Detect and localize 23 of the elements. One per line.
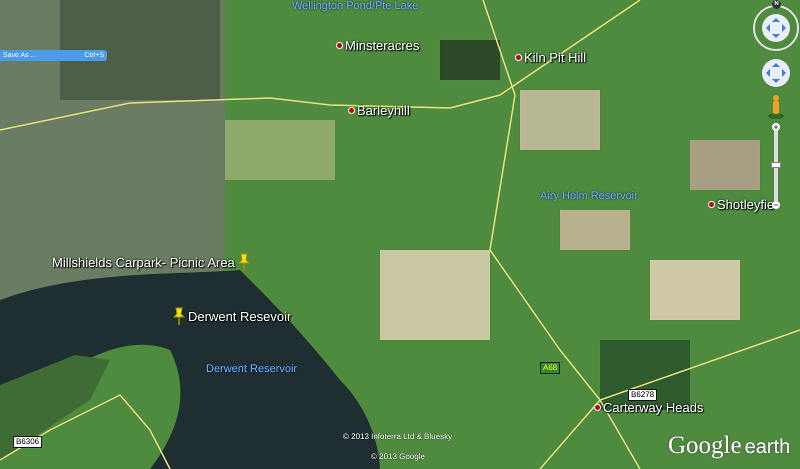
- road-shield: B6278: [628, 389, 658, 401]
- place-label: Barleyhill: [357, 103, 410, 118]
- zoom-slider[interactable]: [774, 131, 778, 201]
- logo-wordmark: Google: [668, 432, 742, 460]
- place-label: Derwent Reservoir: [206, 363, 298, 375]
- zoom-in-icon[interactable]: [772, 123, 780, 131]
- look-control-icon[interactable]: [753, 5, 799, 51]
- place-label: Airy Holm Reservoir: [540, 190, 638, 202]
- place-label: Wellington Pond/Pte Lake: [292, 0, 418, 12]
- zoom-out-icon[interactable]: [772, 201, 780, 209]
- pushpin-icon[interactable]: [172, 307, 186, 325]
- road-shield: A68: [540, 362, 560, 374]
- place-label: Shotleyfie: [717, 197, 774, 212]
- satellite-map-drawing[interactable]: [0, 0, 800, 469]
- move-control-icon[interactable]: [762, 59, 790, 87]
- road-shield: B6306: [13, 436, 42, 448]
- place-label: Derwent Resevoir: [188, 308, 292, 324]
- place-label: Millshields Carpark- Picnic Area: [52, 254, 235, 270]
- zoom-slider-thumb[interactable]: [771, 162, 781, 168]
- place-label: Minsteracres: [345, 38, 420, 53]
- copyright-text: © 2013 Infoterra Ltd & Bluesky: [343, 432, 452, 441]
- copyright-text: © 2013 Google: [371, 452, 425, 461]
- logo-product-name: earth: [744, 436, 790, 459]
